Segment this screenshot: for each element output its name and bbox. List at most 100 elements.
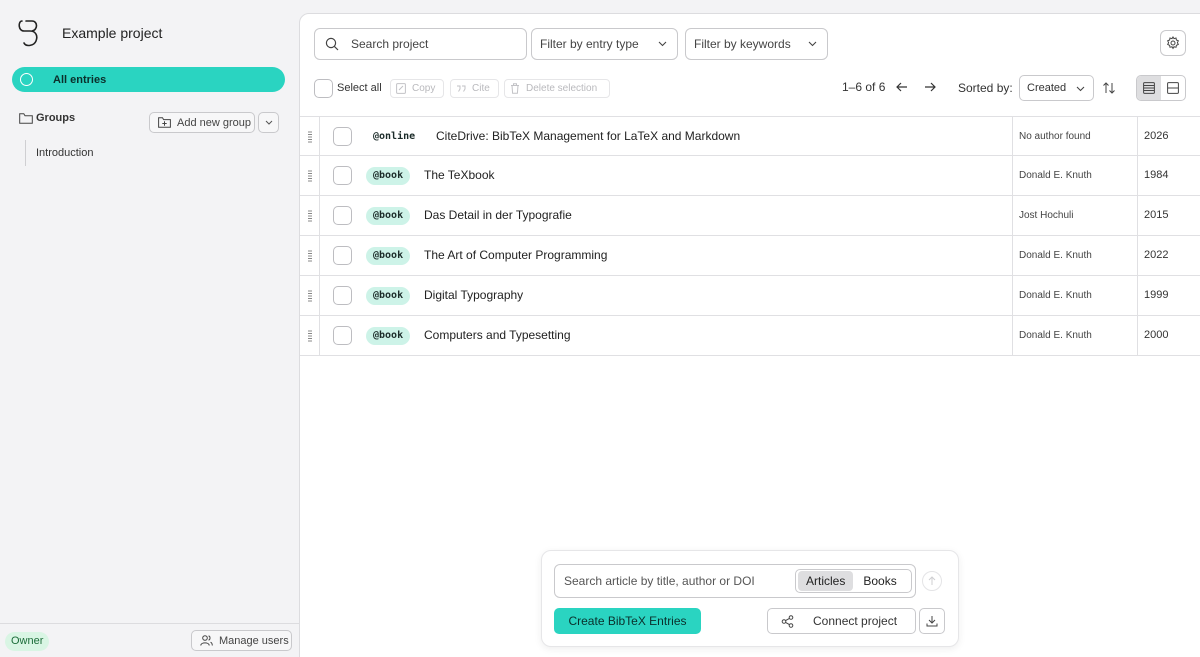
table-row[interactable]: @online CiteDrive: BibTeX Management for … xyxy=(300,116,1200,157)
cite-label: Cite xyxy=(472,83,490,94)
column-divider xyxy=(1137,236,1138,276)
select-all-label: Select all xyxy=(337,82,382,94)
article-search-input[interactable] xyxy=(564,574,794,588)
entry-year: 2022 xyxy=(1144,249,1169,261)
project-search[interactable] xyxy=(314,28,527,60)
groups-label: Groups xyxy=(36,112,76,124)
connect-project-button[interactable]: Connect project xyxy=(767,608,916,634)
drag-handle-icon[interactable] xyxy=(306,170,314,182)
cite-button[interactable]: Cite xyxy=(450,79,499,98)
table-row[interactable]: @book Digital Typography Donald E. Knuth 19… xyxy=(300,276,1200,316)
search-icon xyxy=(325,37,339,51)
column-divider xyxy=(1137,117,1138,157)
entry-title[interactable]: Digital Typography xyxy=(424,288,523,302)
entry-title[interactable]: CiteDrive: BibTeX Management for LaTeX a… xyxy=(436,129,740,143)
row-checkbox[interactable] xyxy=(333,206,352,225)
folder-icon xyxy=(19,112,33,124)
manage-users-button[interactable]: Manage users xyxy=(191,630,292,651)
chevron-down-icon xyxy=(658,41,667,47)
view-toggle xyxy=(1136,75,1186,101)
circle-icon xyxy=(20,73,33,86)
card-view-button[interactable] xyxy=(1161,76,1185,100)
table-row[interactable]: @book Das Detail in der Typografie Jost Ho… xyxy=(300,196,1200,236)
download-icon xyxy=(926,616,938,627)
row-divider xyxy=(319,117,320,157)
entry-title[interactable]: Das Detail in der Typografie xyxy=(424,208,572,222)
settings-button[interactable] xyxy=(1160,30,1186,56)
citedrive-logo-icon[interactable] xyxy=(16,18,42,48)
column-divider xyxy=(1137,156,1138,196)
entry-type-badge: @book xyxy=(366,287,411,305)
entry-title[interactable]: The Art of Computer Programming xyxy=(424,248,607,262)
pagination-count: 1–6 of 6 xyxy=(842,80,886,94)
row-checkbox[interactable] xyxy=(333,286,352,305)
copy-icon xyxy=(396,83,406,94)
project-name: Example project xyxy=(62,25,163,41)
entry-title[interactable]: The TeXbook xyxy=(424,168,495,182)
row-checkbox[interactable] xyxy=(333,326,352,345)
sort-by-dropdown[interactable]: Created xyxy=(1019,75,1094,101)
column-divider xyxy=(1012,316,1013,356)
copy-button[interactable]: Copy xyxy=(390,79,444,98)
filter-entry-type-dropdown[interactable]: Filter by entry type xyxy=(531,28,678,60)
drag-handle-icon[interactable] xyxy=(306,250,314,262)
gear-icon xyxy=(1167,36,1179,50)
table-row[interactable]: @book Computers and Typesetting Donald E. … xyxy=(300,316,1200,356)
role-badge: Owner xyxy=(5,632,50,651)
sidebar-group-introduction[interactable]: Introduction xyxy=(36,147,93,159)
filter-entry-type-label: Filter by entry type xyxy=(540,37,639,51)
entry-author: Donald E. Knuth xyxy=(1019,170,1092,181)
mode-books-button[interactable]: Books xyxy=(855,571,904,591)
copy-label: Copy xyxy=(412,83,436,94)
arrow-up-icon xyxy=(928,576,936,585)
download-button[interactable] xyxy=(919,608,945,634)
row-checkbox[interactable] xyxy=(333,246,352,265)
delete-selection-button[interactable]: Delete selection xyxy=(504,79,610,98)
list-view-button[interactable] xyxy=(1137,76,1161,100)
row-checkbox[interactable] xyxy=(333,127,352,146)
column-divider xyxy=(1012,117,1013,157)
quote-icon xyxy=(457,85,466,92)
table-row[interactable]: @book The TeXbook Donald E. Knuth 1984 xyxy=(300,156,1200,196)
sidebar: Example project All entries Groups Add n… xyxy=(0,0,299,657)
users-icon xyxy=(200,635,213,646)
table-row[interactable]: @book The Art of Computer Programming Dona… xyxy=(300,236,1200,276)
mode-articles-button[interactable]: Articles xyxy=(798,571,854,591)
chevron-down-icon xyxy=(808,41,817,47)
folder-plus-icon xyxy=(158,117,171,128)
list-view-icon xyxy=(1143,82,1155,94)
article-search[interactable]: Articles Books xyxy=(554,564,916,598)
add-entries-composer: Articles Books Create BibTeX Entries Con… xyxy=(541,550,959,647)
row-divider xyxy=(319,236,320,276)
drag-handle-icon[interactable] xyxy=(306,290,314,302)
sidebar-item-label: All entries xyxy=(53,73,107,86)
submit-search-button[interactable] xyxy=(922,571,942,591)
filter-keywords-dropdown[interactable]: Filter by keywords xyxy=(685,28,828,60)
entry-type-badge: @book xyxy=(366,247,411,265)
card-view-icon xyxy=(1167,82,1179,94)
search-input[interactable] xyxy=(351,37,511,51)
connect-project-label: Connect project xyxy=(813,614,898,628)
share-icon xyxy=(781,614,794,628)
sort-direction-icon[interactable] xyxy=(1102,81,1116,95)
select-all-checkbox[interactable] xyxy=(314,78,333,98)
filter-keywords-label: Filter by keywords xyxy=(694,37,791,51)
entry-type-badge: @book xyxy=(366,207,411,225)
arrow-left-icon[interactable] xyxy=(895,80,909,94)
entry-author: Donald E. Knuth xyxy=(1019,290,1092,301)
column-divider xyxy=(1137,196,1138,236)
create-bibtex-button[interactable]: Create BibTeX Entries xyxy=(554,608,701,634)
sidebar-item-all-entries[interactable]: All entries xyxy=(12,67,285,92)
drag-handle-icon[interactable] xyxy=(306,131,314,143)
drag-handle-icon[interactable] xyxy=(306,330,314,342)
row-checkbox[interactable] xyxy=(333,166,352,185)
add-group-button[interactable]: Add new group xyxy=(149,112,255,133)
entry-title[interactable]: Computers and Typesetting xyxy=(424,328,571,342)
entry-year: 1984 xyxy=(1144,169,1169,181)
drag-handle-icon[interactable] xyxy=(306,210,314,222)
sort-value: Created xyxy=(1027,82,1067,94)
delete-selection-label: Delete selection xyxy=(526,83,598,94)
row-divider xyxy=(319,156,320,196)
group-options-dropdown[interactable] xyxy=(258,112,279,133)
arrow-right-icon[interactable] xyxy=(923,80,937,94)
